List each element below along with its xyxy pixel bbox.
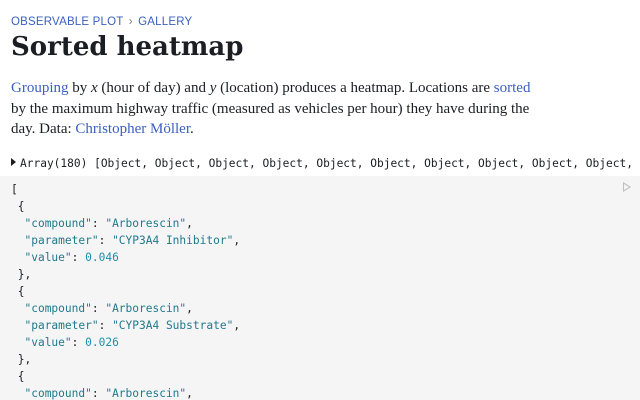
comma: ,	[186, 387, 193, 400]
link-sorted[interactable]: sorted	[494, 80, 531, 96]
colon: :	[98, 234, 113, 247]
code-line-object-close: },	[11, 351, 640, 368]
desc-text-5: .	[190, 121, 194, 137]
desc-text-1: by	[68, 80, 91, 96]
object-close: },	[11, 268, 32, 281]
breadcrumb-separator: ›	[128, 16, 133, 28]
link-christopher-moller[interactable]: Christopher Möller	[75, 121, 190, 137]
object-open: {	[11, 200, 25, 213]
page-description: Grouping by x (hour of day) and y (locat…	[11, 78, 531, 140]
disclosure-triangle-icon[interactable]	[11, 158, 16, 166]
json-value: "CYP3A4 Substrate"	[112, 319, 234, 332]
json-value: 0.026	[85, 336, 119, 349]
colon: :	[91, 387, 106, 400]
play-icon[interactable]	[623, 182, 631, 192]
code-line-parameter: "parameter": "CYP3A4 Inhibitor",	[11, 232, 640, 249]
comma: ,	[233, 319, 241, 332]
breadcrumb-gallery[interactable]: GALLERY	[138, 16, 192, 28]
array-summary-toggle[interactable]: Array(180) [Object, Object, Object, Obje…	[11, 157, 640, 170]
code-line-object-open: {	[11, 283, 640, 300]
colon: :	[91, 302, 106, 315]
code-line-compound: "compound": "Arborescin",	[11, 215, 640, 232]
json-value: "Arborescin"	[105, 302, 187, 315]
code-line-open: [	[11, 181, 640, 198]
json-code-block: [ { "compound": "Arborescin", "parameter…	[0, 176, 640, 400]
object-close: },	[11, 353, 32, 366]
code-line-value: "value": 0.026	[11, 334, 640, 351]
json-value: 0.046	[85, 251, 119, 264]
code-line-compound: "compound": "Arborescin",	[11, 300, 640, 317]
comma: ,	[233, 234, 241, 247]
array-summary-text: Array(180) [Object, Object, Object, Obje…	[20, 157, 640, 170]
json-key: "parameter"	[24, 234, 99, 247]
desc-x: x	[91, 80, 98, 96]
breadcrumb-observable-plot[interactable]: OBSERVABLE PLOT	[11, 16, 123, 28]
open-bracket: [	[11, 183, 18, 196]
json-key: "value"	[24, 251, 72, 264]
page-title: Sorted heatmap	[11, 32, 244, 62]
colon: :	[98, 319, 113, 332]
json-key: "compound"	[24, 217, 92, 230]
json-value: "Arborescin"	[105, 387, 187, 400]
colon: :	[91, 217, 106, 230]
json-value: "Arborescin"	[105, 217, 187, 230]
code-line-object-open: {	[11, 198, 640, 215]
comma: ,	[186, 302, 193, 315]
desc-text-2: (hour of day) and	[97, 80, 210, 96]
code-line-compound: "compound": "Arborescin",	[11, 385, 640, 400]
comma: ,	[186, 217, 193, 230]
desc-text-3: (location) produces a heatmap. Locations…	[216, 80, 494, 96]
breadcrumb: OBSERVABLE PLOT › GALLERY	[11, 16, 192, 28]
link-grouping[interactable]: Grouping	[11, 80, 69, 96]
colon: :	[71, 336, 86, 349]
code-line-parameter: "parameter": "CYP3A4 Substrate",	[11, 317, 640, 334]
code-line-object-close: },	[11, 266, 640, 283]
json-key: "compound"	[24, 387, 92, 400]
object-open: {	[11, 285, 25, 298]
colon: :	[71, 251, 86, 264]
json-key: "compound"	[24, 302, 92, 315]
code-line-value: "value": 0.046	[11, 249, 640, 266]
object-open: {	[11, 370, 25, 383]
code-line-object-open: {	[11, 368, 640, 385]
json-value: "CYP3A4 Inhibitor"	[112, 234, 234, 247]
json-key: "parameter"	[24, 319, 99, 332]
json-key: "value"	[24, 336, 72, 349]
